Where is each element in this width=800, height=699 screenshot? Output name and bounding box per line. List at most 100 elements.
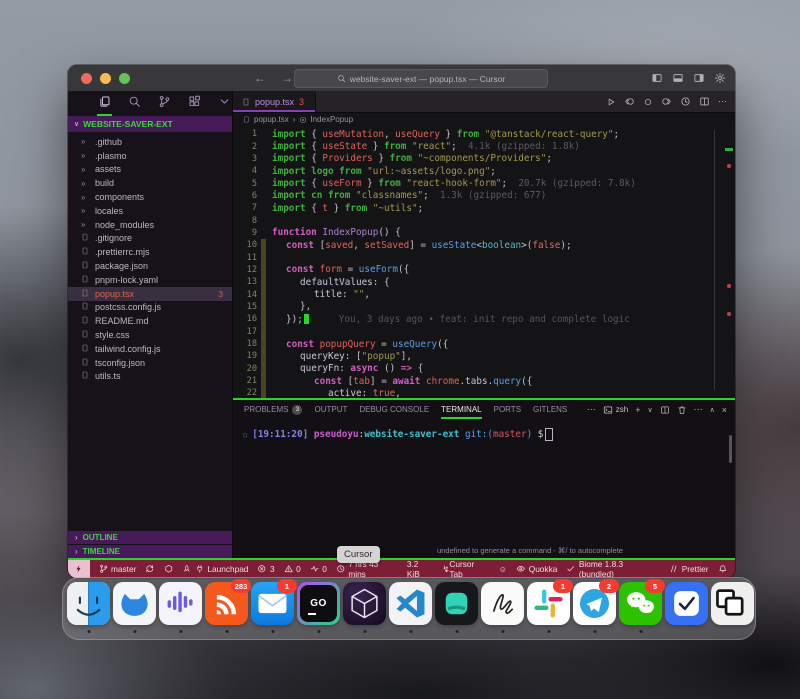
run-icon[interactable] bbox=[606, 97, 616, 107]
minimize-window-button[interactable] bbox=[100, 73, 111, 84]
toggle-left-panel-icon[interactable] bbox=[651, 72, 663, 84]
goland-icon[interactable]: GO bbox=[297, 582, 340, 625]
biome-item[interactable]: Biome 1.8.3 (bundled) bbox=[566, 560, 660, 578]
panel-more2-icon[interactable]: ⋯ bbox=[694, 404, 703, 415]
tree-file-popup-tsx[interactable]: popup.tsx3 bbox=[68, 287, 232, 301]
close-window-button[interactable] bbox=[81, 73, 92, 84]
dock-app-mail[interactable]: 1 bbox=[251, 582, 294, 634]
clipped-app-icon[interactable] bbox=[711, 582, 754, 625]
step-forward-icon[interactable] bbox=[661, 96, 672, 107]
tree-file--gitignore[interactable]: .gitignore bbox=[68, 232, 232, 246]
dark-card-app-icon[interactable] bbox=[435, 582, 478, 625]
code-line[interactable]: 8 bbox=[233, 214, 735, 226]
nav-forward-icon[interactable]: → bbox=[281, 65, 293, 91]
dock-app-reeder[interactable]: 283 bbox=[205, 582, 248, 634]
panel-tab-debug-console[interactable]: DEBUG CONSOLE bbox=[359, 400, 429, 419]
dock-app-finder[interactable] bbox=[67, 582, 110, 634]
tree-file-readme-md[interactable]: README.md bbox=[68, 314, 232, 328]
code-line[interactable]: 5import { useForm } from "react-hook-for… bbox=[233, 177, 735, 189]
face-icon[interactable]: ☺ bbox=[499, 560, 507, 578]
split-editor-icon[interactable] bbox=[699, 96, 710, 107]
split-terminal-icon[interactable] bbox=[660, 405, 670, 415]
panel-tab-output[interactable]: OUTPUT bbox=[314, 400, 347, 419]
sync-icon[interactable] bbox=[145, 560, 155, 578]
terminal[interactable]: ○ [19:11:20] pseudoyu:website-saver-ext … bbox=[233, 419, 735, 558]
sketch-app-icon[interactable] bbox=[481, 582, 524, 625]
code-line[interactable]: 6import cn from "classnames"; 1.3k (gzip… bbox=[233, 190, 735, 202]
pulse-item[interactable]: 0 bbox=[310, 560, 327, 578]
code-line[interactable]: 7import { t } from "~utils"; bbox=[233, 202, 735, 214]
errors-item[interactable]: 3 bbox=[257, 560, 274, 578]
plugin-icon[interactable] bbox=[164, 560, 174, 578]
explorer-root-header[interactable]: ∨ WEBSITE-SAVER-EXT bbox=[68, 116, 232, 132]
tree-folder-components[interactable]: »components bbox=[68, 190, 232, 204]
finder-icon[interactable] bbox=[67, 582, 110, 625]
code-line[interactable]: 11 bbox=[233, 251, 735, 263]
code-line[interactable]: 12const form = useForm({ bbox=[233, 264, 735, 276]
tree-folder-locales[interactable]: »locales bbox=[68, 204, 232, 218]
breadcrumb-symbol[interactable]: IndexPopup bbox=[310, 115, 353, 124]
explorer-icon[interactable] bbox=[97, 92, 112, 116]
tree-file-package-json[interactable]: package.json bbox=[68, 259, 232, 273]
code-line[interactable]: 2import { useState } from "react"; 4.1k … bbox=[233, 140, 735, 152]
code-line[interactable]: 13defaultValues: { bbox=[233, 276, 735, 288]
dock-app-things[interactable] bbox=[665, 582, 708, 634]
code-line[interactable]: 20queryFn: async () => { bbox=[233, 363, 735, 375]
close-panel-icon[interactable]: × bbox=[722, 405, 727, 415]
terminal-scrollbar[interactable] bbox=[729, 435, 732, 463]
code-editor[interactable]: 1import { useMutation, useQuery } from "… bbox=[233, 126, 735, 398]
quokka-item[interactable]: Quokka bbox=[516, 560, 557, 578]
remote-indicator[interactable] bbox=[68, 560, 90, 578]
zoom-window-button[interactable] bbox=[119, 73, 130, 84]
nav-back-icon[interactable]: ← bbox=[254, 65, 266, 91]
maximize-panel-icon[interactable]: ∧ bbox=[710, 406, 715, 414]
code-line[interactable]: 9function IndexPopup() { bbox=[233, 227, 735, 239]
tree-file-utils-ts[interactable]: utils.ts bbox=[68, 370, 232, 384]
prettier-item[interactable]: Prettier bbox=[669, 560, 708, 578]
breadcrumb-file[interactable]: popup.tsx bbox=[254, 115, 289, 124]
panel-tab-ports[interactable]: PORTS bbox=[494, 400, 521, 419]
dock-app-waveform-app[interactable] bbox=[159, 582, 202, 634]
vscode-icon[interactable] bbox=[389, 582, 432, 625]
dock-app-slack[interactable]: 1 bbox=[527, 582, 570, 634]
dock-app-goland[interactable]: GO bbox=[297, 582, 340, 634]
dock-app-clipped-app[interactable] bbox=[711, 582, 754, 634]
dock-app-telegram[interactable]: 2 bbox=[573, 582, 616, 634]
fox-app-icon[interactable] bbox=[113, 582, 156, 625]
toggle-bottom-panel-icon[interactable] bbox=[672, 72, 684, 84]
tree-file-tsconfig-json[interactable]: tsconfig.json bbox=[68, 356, 232, 370]
tree-folder-build[interactable]: »build bbox=[68, 176, 232, 190]
tree-file-tailwind-config-js[interactable]: tailwind.config.js bbox=[68, 342, 232, 356]
tree-file--prettierrc-mjs[interactable]: .prettierrc.mjs bbox=[68, 245, 232, 259]
size-item[interactable]: 3.2 KiB bbox=[407, 560, 434, 578]
section-timeline[interactable]: ›TIMELINE bbox=[68, 545, 232, 558]
notifications-bell-icon[interactable] bbox=[718, 560, 728, 578]
code-line[interactable]: 16});You, 3 days ago • feat: init repo a… bbox=[233, 313, 735, 325]
launchpad-item[interactable]: Launchpad bbox=[182, 560, 248, 578]
extensions-icon[interactable] bbox=[187, 92, 202, 116]
code-line[interactable]: 4import logo from "url:~assets/logo.png"… bbox=[233, 165, 735, 177]
settings-gear-icon[interactable] bbox=[714, 72, 726, 84]
code-line[interactable]: 14title: "", bbox=[233, 288, 735, 300]
tree-file-postcss-config-js[interactable]: postcss.config.js bbox=[68, 301, 232, 315]
tree-folder--plasmo[interactable]: ».plasmo bbox=[68, 149, 232, 163]
branch-item[interactable]: master bbox=[99, 560, 137, 578]
kill-terminal-icon[interactable] bbox=[677, 405, 687, 415]
panel-more-icon[interactable]: ⋯ bbox=[587, 404, 596, 415]
editor-scrollbar[interactable] bbox=[714, 130, 715, 390]
code-line[interactable]: 19queryKey: ["popup"], bbox=[233, 350, 735, 362]
tree-folder-node-modules[interactable]: »node_modules bbox=[68, 218, 232, 232]
code-line[interactable]: 10const [saved, setSaved] = useState<boo… bbox=[233, 239, 735, 251]
command-center[interactable]: website-saver-ext — popup.tsx — Cursor bbox=[294, 69, 548, 88]
code-line[interactable]: 17 bbox=[233, 326, 735, 338]
toggle-right-panel-icon[interactable] bbox=[693, 72, 705, 84]
code-line[interactable]: 3import { Providers } from "~components/… bbox=[233, 153, 735, 165]
breadcrumb[interactable]: popup.tsx › IndexPopup bbox=[233, 113, 735, 126]
chevron-down-icon[interactable] bbox=[217, 92, 232, 116]
tree-file-pnpm-lock-yaml[interactable]: pnpm-lock.yaml bbox=[68, 273, 232, 287]
tree-file-style-css[interactable]: style.css bbox=[68, 328, 232, 342]
panel-tab-gitlens[interactable]: GITLENS bbox=[533, 400, 567, 419]
panel-tab-problems[interactable]: PROBLEMS3 bbox=[244, 400, 302, 419]
terminal-dropdown-icon[interactable]: ∨ bbox=[647, 406, 652, 414]
dock-app-sketch-app[interactable] bbox=[481, 582, 524, 634]
